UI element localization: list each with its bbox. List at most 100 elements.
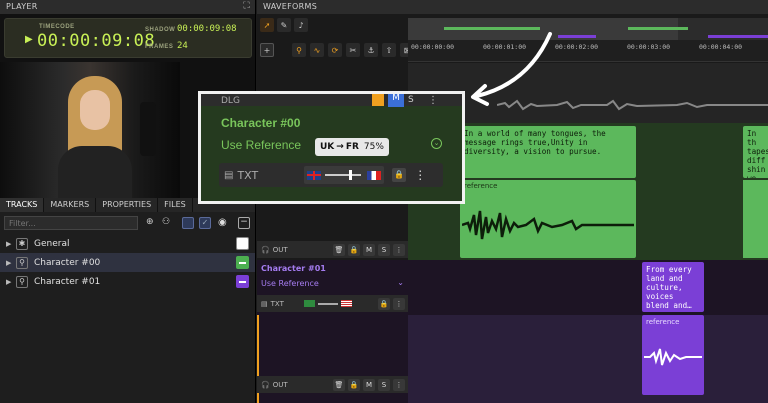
char01-use-reference[interactable]: Use Reference (261, 279, 319, 288)
zoom-solo-s[interactable]: S (408, 95, 420, 105)
person-icon: ⚲ (16, 275, 28, 288)
text-icon: ▤ (224, 169, 234, 181)
delete-icon[interactable]: 🗑 (333, 243, 345, 256)
zoom-callout-inner: DLG M S ⋮ Character #00 Use Reference ⌄ … (201, 94, 462, 201)
expand-arrow-icon[interactable]: ▶ (6, 240, 16, 248)
char01-txt-controls: ▤ TXT 🔒 ⋮ (257, 295, 408, 312)
language-slider-thumb[interactable] (349, 170, 353, 180)
tab-markers[interactable]: MARKERS (44, 198, 97, 212)
lock-icon[interactable]: 🔒 (392, 168, 407, 182)
us-flag-icon[interactable] (340, 300, 352, 307)
tree-item-character-00[interactable]: ▶ ⚲ Character #00 (0, 253, 255, 272)
expand-arrow-icon[interactable]: ▶ (6, 259, 16, 267)
record-icon[interactable]: ◉ (218, 217, 227, 228)
uk-flag-icon[interactable] (307, 170, 322, 180)
clip-text-green-1[interactable]: In a world of many tongues, the message … (460, 126, 636, 178)
zoom-solo-orange[interactable] (372, 94, 384, 106)
track-color-general[interactable] (236, 237, 249, 250)
upload-icon[interactable]: ⇧ (382, 43, 396, 57)
solo-button[interactable]: S (378, 243, 390, 256)
zoom-dlg-label: DLG (221, 96, 240, 106)
anchor-icon[interactable]: ⚓ (364, 43, 378, 57)
expand-arrow-icon[interactable]: ▶ (6, 278, 16, 286)
zoom-use-reference[interactable]: Use Reference (221, 138, 301, 152)
tab-tracks[interactable]: TRACKS (0, 198, 45, 212)
check-icon[interactable]: ✓ (199, 217, 211, 229)
lock-icon[interactable]: 🔒 (378, 297, 390, 310)
tree-item-general[interactable]: ▶ ✱ General (0, 234, 255, 253)
scissors-icon[interactable]: ✂ (346, 43, 360, 57)
marker-tool-icon[interactable]: ⚲ (292, 43, 306, 57)
add-icon[interactable]: + (260, 43, 274, 57)
fullscreen-icon[interactable]: ⛶ (243, 2, 250, 11)
add-track-icon[interactable]: ⊕ (146, 217, 154, 227)
pencil-tool-icon[interactable]: ✎ (277, 18, 291, 32)
shadow-value: 00:00:09:08 (177, 24, 237, 34)
person-icon: ⚲ (16, 256, 28, 269)
video-person-face (80, 90, 110, 130)
wave-tool-icon[interactable]: ∿ (310, 43, 324, 57)
headphones-icon[interactable]: 🎧 (261, 246, 270, 254)
zoom-character-name: Character #00 (221, 116, 301, 130)
timecode-value: 00:00:09:08 (37, 31, 156, 51)
language-slider-track[interactable] (325, 170, 362, 180)
tracks-toolbar: ⊕ ⚇ ✓ ◉ − (0, 212, 255, 234)
ruler-label-3: 00:00:03:00 (627, 43, 671, 51)
track-color-character-01[interactable] (236, 275, 249, 288)
lock-icon[interactable]: 🔒 (348, 243, 360, 256)
track-color-character-00[interactable] (236, 256, 249, 269)
tracks-panel: TRACKS MARKERS PROPERTIES FILES ⊕ ⚇ ✓ ◉ … (0, 198, 256, 403)
more-icon[interactable]: ⋮ (428, 95, 438, 106)
more-icon[interactable]: ⋮ (393, 297, 405, 310)
mute-button[interactable]: M (363, 243, 375, 256)
loop-tool-icon[interactable]: ⟳ (328, 43, 342, 57)
clip-audio-green-2[interactable] (743, 180, 768, 258)
arrow-right-icon: → (336, 142, 344, 152)
collapse-icon[interactable]: − (238, 217, 250, 229)
callout-arrow (471, 32, 552, 106)
purple-waveform (644, 348, 702, 366)
chevron-down-icon[interactable]: ⌄ (397, 278, 404, 287)
zoom-mute-blue[interactable]: M (388, 94, 404, 107)
frames-label: FRAMES (145, 44, 174, 50)
shadow-label: SHADOW (145, 27, 176, 33)
tree-item-character-01[interactable]: ▶ ⚲ Character #01 (0, 272, 255, 291)
lock-icon[interactable]: 🔒 (348, 378, 360, 391)
clip-text-purple[interactable]: From every land and culture, voices blen… (642, 262, 704, 312)
language-slider[interactable] (317, 302, 338, 305)
more-icon[interactable]: ⋮ (393, 243, 405, 256)
clip-text-green-2[interactable]: In th tapes diff shin we f (743, 126, 768, 178)
ruler-label-4: 00:00:04:00 (699, 43, 743, 51)
ruler-label-0: 00:00:00:00 (411, 43, 455, 51)
clip-reference-label-purple: reference (646, 318, 680, 326)
asterisk-icon: ✱ (16, 237, 28, 250)
brazil-flag-icon[interactable] (303, 300, 315, 307)
timecode-label: TIMECODE (39, 24, 75, 30)
mic-tool-icon[interactable]: ♪ (294, 18, 308, 32)
mute-button[interactable]: M (363, 378, 375, 391)
more-icon[interactable]: ⋮ (414, 168, 426, 182)
delete-icon[interactable]: 🗑 (333, 378, 345, 391)
more-icon[interactable]: ⋮ (393, 378, 405, 391)
play-icon[interactable]: ▶ (25, 34, 33, 45)
overview-clip-purple-2 (708, 35, 768, 38)
timecode-display: ▶ TIMECODE 00:00:09:08 SHADOW 00:00:09:0… (4, 18, 252, 58)
add-character-icon[interactable]: ⚇ (162, 217, 170, 227)
zoom-callout: DLG M S ⋮ Character #00 Use Reference ⌄ … (198, 91, 465, 204)
france-flag-icon[interactable] (367, 170, 382, 180)
video-preview (0, 62, 180, 198)
tab-files[interactable]: FILES (158, 198, 193, 212)
video-person-body (58, 146, 132, 198)
chevron-down-icon[interactable]: ⌄ (431, 138, 442, 149)
pointer-tool-icon[interactable]: ➚ (260, 18, 274, 32)
tab-properties[interactable]: PROPERTIES (96, 198, 159, 212)
film-icon[interactable] (182, 217, 194, 229)
headphones-icon[interactable]: 🎧 (261, 381, 270, 389)
zoom-txt-row: ▤ TXT 🔒 ⋮ (219, 163, 443, 187)
filter-input[interactable] (4, 216, 138, 230)
zoom-language-mixer[interactable] (304, 166, 385, 184)
clip-reference-label: reference (464, 182, 498, 190)
solo-button[interactable]: S (378, 378, 390, 391)
video-microphone (140, 102, 156, 156)
green-waveform (462, 210, 634, 240)
